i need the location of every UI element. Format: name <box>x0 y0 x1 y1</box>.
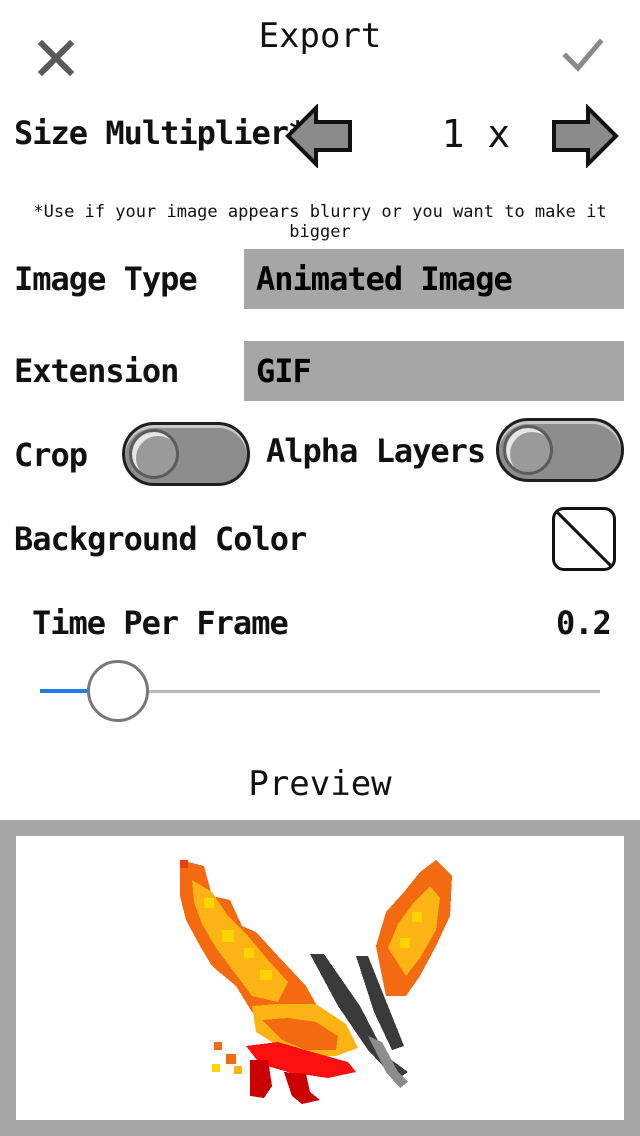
confirm-button[interactable] <box>560 36 606 76</box>
crop-toggle[interactable] <box>122 422 250 486</box>
checkmark-icon <box>562 38 604 72</box>
phoenix-image <box>180 860 452 1104</box>
crop-toggle-knob <box>129 429 179 479</box>
preview-frame <box>0 820 640 1136</box>
preview-title: Preview <box>248 764 392 804</box>
size-multiplier-label: Size Multiplier* <box>14 114 307 152</box>
increase-multiplier-button[interactable] <box>550 103 620 169</box>
alpha-layers-toggle[interactable] <box>496 418 624 482</box>
no-color-icon <box>555 510 613 568</box>
arrow-left-icon <box>285 103 352 169</box>
page-title: Export <box>258 16 382 56</box>
background-color-label: Background Color <box>14 520 307 558</box>
arrow-right-icon <box>552 103 619 169</box>
alpha-layers-toggle-knob <box>503 425 553 475</box>
image-type-label: Image Type <box>14 260 198 298</box>
extension-dropdown[interactable]: GIF <box>244 341 624 401</box>
extension-label: Extension <box>14 352 179 390</box>
time-per-frame-label: Time Per Frame <box>32 604 289 642</box>
size-multiplier-value: 1 x <box>441 112 511 156</box>
image-type-dropdown[interactable]: Animated Image <box>244 249 624 309</box>
background-color-swatch[interactable] <box>552 507 616 571</box>
close-icon <box>37 39 75 77</box>
size-multiplier-note: *Use if your image appears blurry or you… <box>33 202 607 242</box>
time-per-frame-slider-thumb[interactable] <box>87 660 150 722</box>
decrease-multiplier-button[interactable] <box>284 103 354 169</box>
time-per-frame-value: 0.2 <box>556 604 612 642</box>
close-button[interactable] <box>36 38 76 78</box>
crop-label: Crop <box>14 436 88 474</box>
preview-canvas <box>16 836 624 1120</box>
alpha-layers-label: Alpha Layers <box>266 432 486 470</box>
